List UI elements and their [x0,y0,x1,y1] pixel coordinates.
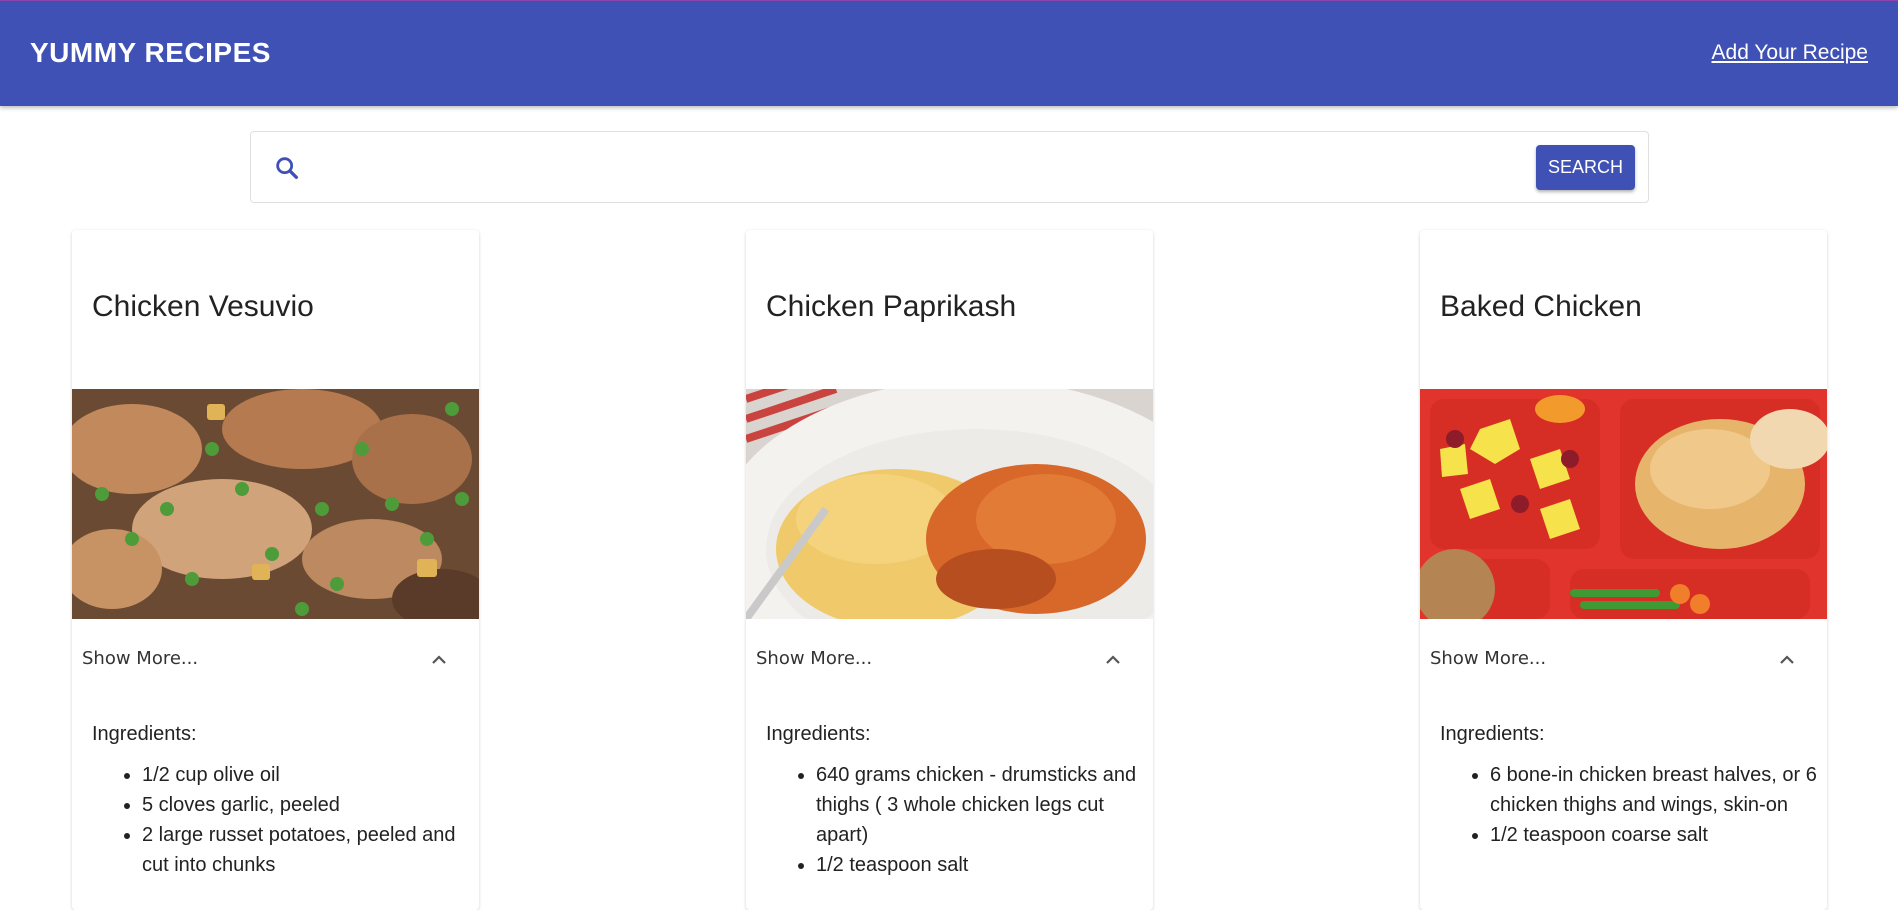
chevron-up-icon[interactable] [1103,650,1123,670]
show-more-label: Show More... [1430,648,1547,669]
ingredient-item: 1/2 teaspoon salt [816,850,1153,880]
app-header: YUMMY RECIPES Add Your Recipe [0,0,1898,106]
ingredients-list: 640 grams chicken - drumsticks and thigh… [766,760,1153,880]
recipe-image [72,389,479,619]
chevron-up-icon[interactable] [429,650,449,670]
ingredients-list: 1/2 cup olive oil 5 cloves garlic, peele… [92,760,479,880]
recipe-title: Chicken Vesuvio [92,290,314,323]
ingredient-item: 5 cloves garlic, peeled [142,790,479,820]
recipe-image [1420,389,1827,619]
add-recipe-link[interactable]: Add Your Recipe [1712,41,1868,65]
show-more-label: Show More... [756,648,873,669]
ingredient-item: 1/2 teaspoon coarse salt [1490,820,1827,850]
ingredient-item: 1/2 cup olive oil [142,760,479,790]
ingredient-item: 640 grams chicken - drumsticks and thigh… [816,760,1153,850]
search-button[interactable]: SEARCH [1536,145,1635,190]
ingredient-item: 6 bone-in chicken breast halves, or 6 ch… [1490,760,1827,820]
search-icon [273,154,301,182]
ingredients-label: Ingredients: [766,723,871,745]
brand-title: YUMMY RECIPES [30,37,271,68]
ingredients-label: Ingredients: [1440,723,1545,745]
ingredients-list: 6 bone-in chicken breast halves, or 6 ch… [1440,760,1827,850]
show-more-label: Show More... [82,648,199,669]
recipe-title: Chicken Paprikash [766,290,1017,323]
search-input[interactable] [321,150,1485,186]
chevron-up-icon[interactable] [1777,650,1797,670]
search-bar: SEARCH [250,131,1649,203]
recipe-title: Baked Chicken [1440,290,1642,323]
recipe-card: Chicken Paprikash Show More... Ingredien… [746,230,1153,910]
ingredient-item: 2 large russet potatoes, peeled and cut … [142,820,479,880]
recipe-card: Chicken Vesuvio Show More... Ingredients… [72,230,479,910]
ingredients-label: Ingredients: [92,723,197,745]
recipe-card: Baked Chicken Show More... Ingredients: … [1420,230,1827,910]
recipe-image [746,389,1153,619]
